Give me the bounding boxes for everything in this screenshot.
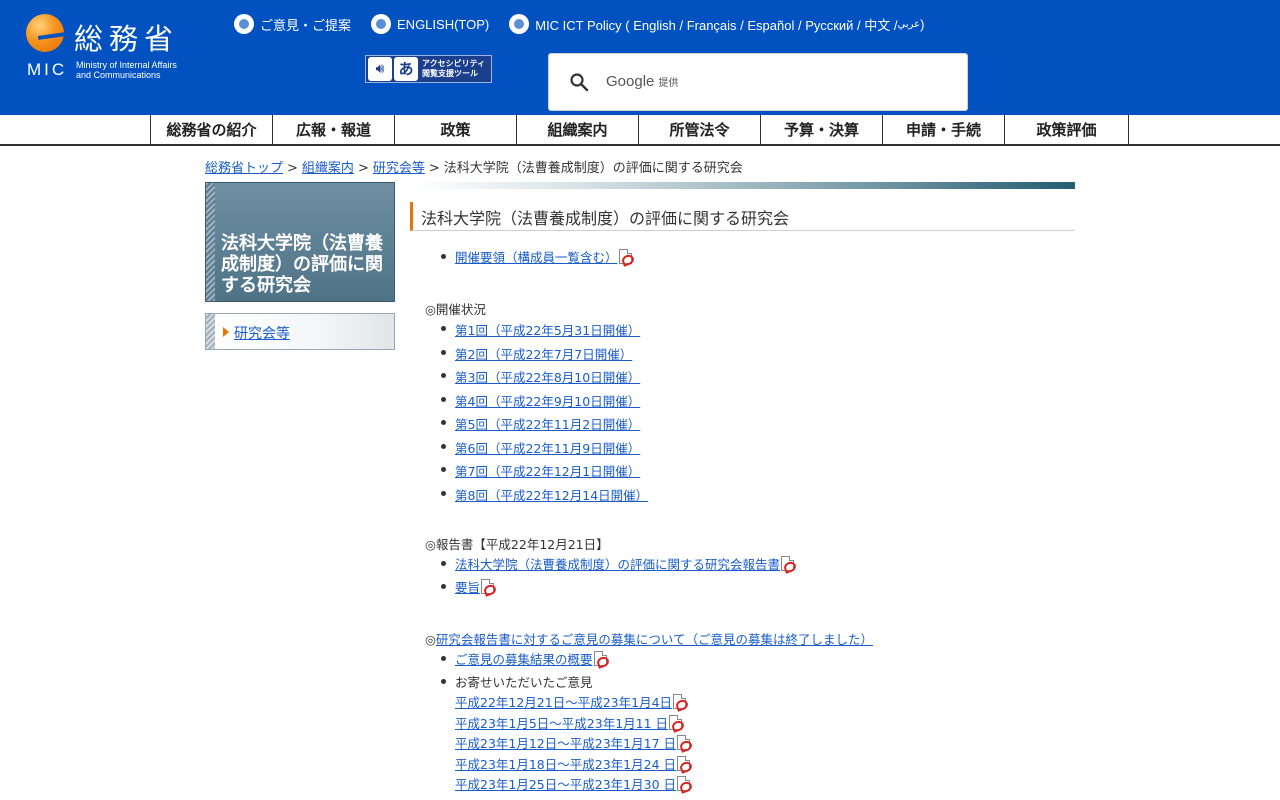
gnav-item-budget[interactable]: 予算・決算 (760, 115, 882, 144)
meeting-link-7[interactable]: 第7回（平成22年12月1日開催） (455, 464, 640, 479)
search-icon[interactable] (569, 72, 589, 92)
decorative-stripe (206, 314, 215, 349)
opinion-received-label: お寄せいただいたご意見 (455, 675, 593, 690)
title-gradient-bar (410, 182, 1075, 189)
top-links: ご意見・ご提案 ENGLISH(TOP) MIC ICT Policy ( En… (234, 14, 944, 34)
opinion-periods-list: 平成22年12月21日～平成23年1月4日 平成23年1月5日～平成23年1月1… (455, 693, 691, 796)
circle-bullet-icon (509, 14, 530, 34)
summary-link[interactable]: 要旨 (455, 580, 480, 595)
opinion-period-link-2[interactable]: 平成23年1月5日～平成23年1月11 日 (455, 716, 668, 731)
gnav-item-policy[interactable]: 政策 (394, 115, 516, 144)
list-item: 第5回（平成22年11月2日開催） (440, 413, 648, 437)
pdf-icon (677, 755, 691, 771)
report-link[interactable]: 法科大学院（法曹養成制度）の評価に関する研究会報告書 (455, 557, 780, 572)
pdf-icon (618, 249, 632, 264)
outline-list: 開催要領（構成員一覧含む） (441, 247, 632, 266)
list-item: 平成23年1月18日～平成23年1月24 日 (455, 755, 691, 776)
list-item: 要旨 (440, 577, 794, 600)
pdf-icon (781, 556, 795, 571)
report-heading: ◎報告書【平成22年12月21日】 (425, 537, 609, 552)
google-branding: Google 提供 (606, 73, 679, 90)
page-title-box: 法科大学院（法曹養成制度）の評価に関する研究会 (410, 202, 1075, 231)
circle-bullet-icon (371, 14, 392, 34)
opinion-heading-link[interactable]: 研究会報告書に対するご意見の募集について（ご意見の募集は終了しました） (436, 632, 873, 647)
meeting-link-5[interactable]: 第5回（平成22年11月2日開催） (455, 417, 640, 432)
speaker-icon: 🔊︎ (368, 57, 392, 81)
opinion-period-link-1[interactable]: 平成22年12月21日～平成23年1月4日 (455, 695, 672, 710)
meeting-link-4[interactable]: 第4回（平成22年9月10日開催） (455, 394, 640, 409)
logo-kanji: 総務省 (74, 22, 180, 56)
pdf-icon (669, 714, 683, 730)
english-top-link[interactable]: ENGLISH(TOP) (371, 14, 489, 34)
opinion-link[interactable]: ご意見・ご提案 (234, 14, 351, 34)
sidebar-title: 法科大学院（法曹養成制度）の評価に関する研究会 (221, 233, 383, 296)
list-item: 平成23年1月5日～平成23年1月11 日 (455, 714, 690, 735)
pdf-icon (481, 578, 495, 594)
pdf-icon (593, 651, 607, 666)
arrow-right-icon (223, 327, 229, 337)
opinion-list: ご意見の募集結果の概要 お寄せいただいたご意見 (441, 649, 607, 694)
mic-logo[interactable]: 総務省 MIC Ministry of Internal Affairs and… (26, 12, 216, 82)
logo-abbr: MIC (27, 60, 68, 79)
breadcrumb-study-link[interactable]: 研究会等 (373, 161, 425, 176)
breadcrumb-org-link[interactable]: 組織案内 (302, 161, 354, 176)
report-list: 法科大学院（法曹養成制度）の評価に関する研究会報告書 要旨 (440, 554, 795, 600)
circle-bullet-icon (234, 14, 254, 34)
pdf-icon (677, 735, 691, 750)
breadcrumb-current: 法科大学院（法曹養成制度）の評価に関する研究会 (443, 161, 743, 176)
list-item: 第4回（平成22年9月10日開催） (440, 390, 648, 414)
search-input[interactable]: Google 提供 (548, 53, 968, 111)
opinion-summary-link[interactable]: ご意見の募集結果の概要 (455, 652, 593, 667)
list-item: 開催要領（構成員一覧含む） (441, 247, 632, 266)
breadcrumb: 総務省トップ > 組織案内 > 研究会等 > 法科大学院（法曹養成制度）の評価に関する研究会 (205, 161, 743, 176)
page-title: 法科大学院（法曹養成制度）の評価に関する研究会 (421, 209, 790, 228)
gnav-item-organization[interactable]: 組織案内 (516, 115, 638, 144)
list-item: 平成23年1月25日～平成23年1月30 日 (455, 775, 691, 796)
list-item: 平成22年12月21日～平成23年1月4日 (455, 693, 690, 714)
gnav-item-laws[interactable]: 所管法令 (638, 115, 760, 144)
opinion-period-link-5[interactable]: 平成23年1月25日～平成23年1月30 日 (455, 777, 676, 792)
opinion-heading: ◎研究会報告書に対するご意見の募集について（ご意見の募集は終了しました） (425, 632, 874, 647)
meetings-heading: ◎開催状況 (425, 302, 486, 317)
accessibility-tool-button[interactable]: 🔊︎ あ アクセシビリティ 閲覧支援ツール (365, 55, 492, 83)
opinion-period-link-4[interactable]: 平成23年1月18日～平成23年1月24 日 (455, 757, 676, 772)
decorative-stripe (206, 183, 215, 301)
gnav-item-press[interactable]: 広報・報道 (272, 115, 394, 144)
list-item: 第1回（平成22年5月31日開催） (440, 319, 648, 343)
meetings-list: 第1回（平成22年5月31日開催） 第2回（平成22年7月7日開催） 第3回（平… (440, 319, 648, 508)
list-item: ご意見の募集結果の概要 (441, 649, 607, 671)
sidebar-item-label[interactable]: 研究会等 (234, 323, 290, 343)
meeting-link-8[interactable]: 第8回（平成22年12月14日開催） (455, 488, 648, 503)
pdf-icon (677, 776, 691, 791)
list-item: 第3回（平成22年8月10日開催） (440, 366, 648, 390)
accessibility-tool-label: アクセシビリティ 閲覧支援ツール (422, 59, 486, 78)
gnav-item-applications[interactable]: 申請・手続 (882, 115, 1004, 144)
meeting-link-3[interactable]: 第3回（平成22年8月10日開催） (455, 370, 640, 385)
list-item: 第8回（平成22年12月14日開催） (440, 484, 648, 508)
list-item: 法科大学院（法曹養成制度）の評価に関する研究会報告書 (440, 554, 795, 577)
list-item: 平成23年1月12日～平成23年1月17 日 (455, 734, 691, 755)
opinion-period-link-3[interactable]: 平成23年1月12日～平成23年1月17 日 (455, 736, 676, 751)
site-header: 総務省 MIC Ministry of Internal Affairs and… (0, 0, 1280, 115)
logo-orange-ball-icon (26, 14, 64, 52)
meeting-link-2[interactable]: 第2回（平成22年7月7日開催） (455, 347, 632, 362)
list-item: 第7回（平成22年12月1日開催） (440, 460, 648, 484)
breadcrumb-top-link[interactable]: 総務省トップ (205, 161, 283, 176)
gnav-item-evaluation[interactable]: 政策評価 (1004, 115, 1129, 144)
ict-policy-link[interactable]: MIC ICT Policy ( English / Français / Es… (509, 14, 924, 34)
logo-full-name: Ministry of Internal Affairs and Communi… (76, 60, 177, 80)
list-item: お寄せいただいたご意見 (441, 672, 607, 694)
sidebar-item-study[interactable]: 研究会等 (205, 313, 395, 350)
meeting-link-6[interactable]: 第6回（平成22年11月9日開催） (455, 441, 640, 456)
global-nav: 総務省の紹介 広報・報道 政策 組織案内 所管法令 予算・決算 申請・手続 政策… (0, 115, 1280, 146)
hiragana-a-icon: あ (394, 57, 418, 81)
pdf-icon (673, 694, 687, 709)
gnav-item-about[interactable]: 総務省の紹介 (150, 115, 272, 144)
list-item: 第2回（平成22年7月7日開催） (440, 343, 648, 367)
outline-link[interactable]: 開催要領（構成員一覧含む） (455, 250, 618, 265)
list-item: 第6回（平成22年11月9日開催） (440, 437, 648, 461)
meeting-link-1[interactable]: 第1回（平成22年5月31日開催） (455, 323, 640, 338)
sidebar-title-box: 法科大学院（法曹養成制度）の評価に関する研究会 (205, 182, 395, 302)
